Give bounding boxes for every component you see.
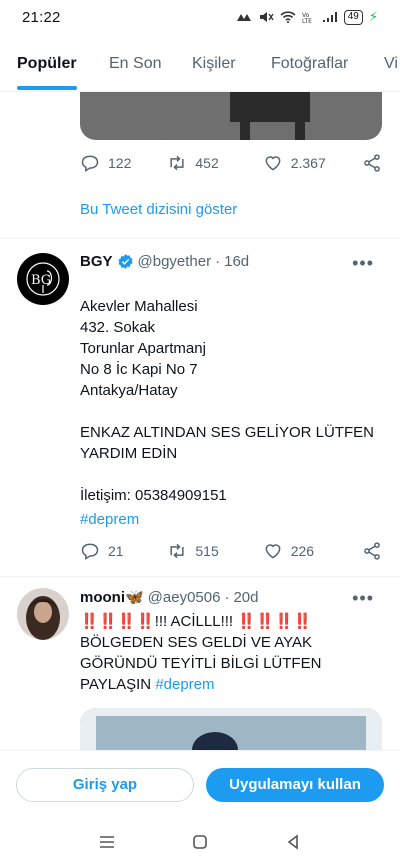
- retweet-count: 452: [195, 155, 219, 171]
- more-options-icon[interactable]: •••: [352, 588, 374, 609]
- reply-count: 122: [108, 155, 132, 171]
- author-name[interactable]: BGY: [80, 253, 113, 270]
- svg-text:BG: BG: [31, 273, 51, 288]
- menu-icon[interactable]: [98, 833, 116, 851]
- tab-people[interactable]: Kişiler: [192, 36, 236, 91]
- author-name[interactable]: mooni🦋: [80, 588, 144, 606]
- share-button[interactable]: [362, 153, 382, 173]
- tweet-time[interactable]: 16d: [224, 253, 249, 270]
- system-nav-bar: [0, 818, 400, 866]
- use-app-button[interactable]: Uygulamayı kullan: [206, 767, 384, 802]
- home-icon[interactable]: [191, 833, 209, 851]
- status-time: 21:22: [22, 8, 61, 26]
- tweet-media-image[interactable]: [80, 92, 382, 140]
- reply-button[interactable]: 21: [80, 541, 167, 561]
- like-count: 226: [290, 543, 315, 559]
- tab-photos[interactable]: Fotoğraflar: [271, 36, 348, 91]
- tweet-actions: 21 515 226: [80, 541, 382, 561]
- tweet-text-content: Akevler Mahallesi 432. Sokak Torunlar Ap…: [80, 298, 374, 504]
- status-bar: 21:22 Vo LTE 49 ⚡: [0, 0, 400, 34]
- avatar[interactable]: BG: [17, 253, 69, 305]
- signal-icon: [322, 11, 338, 23]
- separator-dot: ·: [215, 253, 221, 270]
- status-icons: Vo LTE 49 ⚡: [236, 9, 378, 25]
- share-button[interactable]: [362, 541, 382, 561]
- app-notification-icon: [236, 11, 252, 23]
- retweet-button[interactable]: 452: [167, 153, 262, 173]
- more-options-icon[interactable]: •••: [352, 253, 374, 274]
- like-button[interactable]: 2.367: [263, 153, 362, 173]
- heart-icon: [265, 544, 281, 559]
- battery-indicator: 49: [343, 9, 363, 25]
- divider: [0, 576, 400, 577]
- svg-text:LTE: LTE: [302, 18, 312, 23]
- verified-badge-icon: [118, 254, 133, 269]
- retweet-button[interactable]: 515: [167, 541, 262, 561]
- back-icon[interactable]: [284, 833, 302, 851]
- author-handle[interactable]: @bgyether: [138, 253, 212, 270]
- hashtag-link[interactable]: #deprem: [80, 509, 382, 530]
- mute-icon: [258, 11, 274, 23]
- tweet-header: mooni🦋 @aey0506 · 20d: [80, 588, 258, 607]
- reply-icon: [81, 543, 99, 560]
- reply-count: 21: [108, 543, 124, 559]
- tweet-time[interactable]: 20d: [233, 589, 258, 606]
- author-handle[interactable]: @aey0506: [148, 589, 221, 606]
- retweet-icon: [170, 543, 184, 559]
- show-thread-link[interactable]: Bu Tweet dizisini göster: [80, 201, 237, 218]
- tweet-actions: 122 452 2.367: [80, 153, 382, 173]
- tab-latest[interactable]: En Son: [109, 36, 161, 91]
- tweet-text: Akevler Mahallesi 432. Sokak Torunlar Ap…: [80, 275, 382, 506]
- tweet-header: BGY @bgyether · 16d: [80, 253, 249, 270]
- like-count: 2.367: [290, 155, 326, 171]
- login-button[interactable]: Giriş yap: [16, 767, 194, 802]
- charging-icon: ⚡: [368, 9, 378, 24]
- hashtag-link[interactable]: #deprem: [155, 676, 214, 693]
- separator-dot: ·: [224, 588, 230, 606]
- share-icon: [364, 154, 380, 172]
- heart-icon: [265, 156, 281, 171]
- reply-icon: [81, 155, 99, 172]
- search-tabs: Popüler En Son Kişiler Fotoğraflar Vi: [0, 36, 400, 92]
- tab-popular[interactable]: Popüler: [17, 36, 77, 91]
- tab-videos[interactable]: Vi: [384, 36, 398, 91]
- login-cta-bar: Giriş yap Uygulamayı kullan: [0, 750, 400, 818]
- share-icon: [364, 542, 380, 560]
- like-button[interactable]: 226: [263, 541, 362, 561]
- retweet-icon: [170, 155, 184, 171]
- volte-icon: Vo LTE: [302, 11, 316, 23]
- tweet-text: ‼️‼️‼️‼️!!! ACİLLL!!! ‼️‼️‼️‼️ BÖLGEDEN …: [80, 611, 382, 695]
- avatar[interactable]: [17, 588, 69, 640]
- divider: [0, 238, 400, 239]
- wifi-icon: [280, 11, 296, 23]
- retweet-count: 515: [195, 543, 219, 559]
- reply-button[interactable]: 122: [80, 153, 167, 173]
